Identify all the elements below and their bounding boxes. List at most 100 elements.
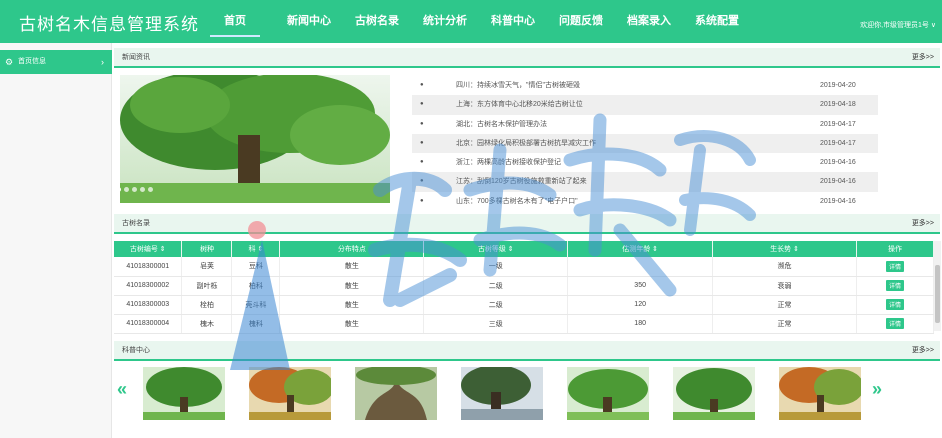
cell-level: 一级	[423, 257, 569, 277]
news-title[interactable]: 湖北：古树名木保护管理办法	[456, 115, 547, 134]
detail-button[interactable]: 详情	[885, 280, 904, 291]
nav-science[interactable]: 科普中心	[479, 0, 547, 43]
cell-tree-id: 41018300002	[114, 276, 183, 296]
nav-statistics[interactable]: 统计分析	[411, 0, 479, 43]
news-title[interactable]: 山东：700多棵古树名木有了"电子户口"	[456, 192, 578, 211]
science-panel-header: 科普中心 更多>>	[114, 341, 940, 361]
nav-home[interactable]: 首页	[210, 0, 260, 43]
cell-family: 豆科	[231, 257, 281, 277]
cell-tree-id: 41018300003	[114, 295, 183, 315]
news-more-link[interactable]: 更多>>	[912, 48, 934, 68]
col-species: 树种	[181, 241, 233, 257]
news-date: 2019-04-17	[820, 139, 856, 147]
tree-table: 古树编号 ⇕ 树种 科 ⇕ 分布特点 古树等级 ⇕ 估测年龄 ⇕ 生长势 ⇕ 操…	[114, 241, 935, 334]
news-panel-title: 新闻资讯	[122, 54, 150, 61]
news-item[interactable]: ● 上海：东方体育中心北移20米给古树让位 2019-04-18	[412, 95, 878, 115]
news-date: 2019-04-16	[820, 159, 856, 167]
news-panel-header: 新闻资讯 更多>>	[114, 48, 940, 68]
news-item[interactable]: ● 湖北：古树名木保护管理办法 2019-04-17	[412, 115, 878, 134]
news-item[interactable]: ● 四川：持续冰雪天气，"情侣"古树被砸毁 2019-04-20	[412, 76, 878, 95]
tree-more-link[interactable]: 更多>>	[912, 214, 934, 234]
tree-panel-title: 古树名录	[122, 220, 150, 227]
top-bar: 古树名木信息管理系统 首页 新闻中心 古树名录 统计分析 科普中心 问题反馈 档…	[0, 0, 942, 43]
carousel-dot[interactable]	[140, 187, 145, 192]
cell-species: 栓柏	[181, 295, 233, 315]
table-row: 41018300002 副叶栎 柏科 散生 二级 350 衰弱 详情	[114, 276, 935, 296]
nav-tree-list[interactable]: 古树名录	[343, 0, 411, 43]
app-title: 古树名木信息管理系统	[19, 15, 199, 34]
cell-age: 120	[567, 295, 714, 315]
bullet-icon: ●	[420, 101, 424, 108]
news-title[interactable]: 浙江：两棵高龄古树接收保护登记	[456, 153, 561, 172]
col-growth[interactable]: 生长势 ⇕	[712, 241, 857, 257]
nav-news[interactable]: 新闻中心	[275, 0, 343, 43]
news-title[interactable]: 四川：持续冰雪天气，"情侣"古树被砸毁	[456, 76, 580, 95]
carousel-dot[interactable]	[132, 187, 137, 192]
cell-level: 二级	[423, 276, 569, 296]
news-list: ● 四川：持续冰雪天气，"情侣"古树被砸毁 2019-04-20 ● 上海：东方体育中…	[412, 76, 878, 211]
table-scrollbar[interactable]	[934, 241, 941, 331]
nav-archive[interactable]: 档案录入	[615, 0, 683, 43]
cell-growth: 濒危	[712, 257, 857, 277]
gallery-thumbnail[interactable]	[355, 367, 437, 420]
cell-action: 详情	[856, 276, 935, 296]
cell-action: 详情	[856, 314, 935, 334]
gallery-prev-arrow[interactable]: «	[117, 379, 127, 400]
news-date: 2019-04-16	[820, 178, 856, 186]
cell-action: 详情	[856, 257, 935, 277]
news-carousel[interactable]	[120, 75, 390, 203]
carousel-dots	[116, 187, 153, 192]
news-title[interactable]: 上海：东方体育中心北移20米给古树让位	[456, 95, 583, 114]
science-panel-title: 科普中心	[122, 347, 150, 354]
science-more-link[interactable]: 更多>>	[912, 341, 934, 361]
chevron-right-icon: ›	[101, 57, 104, 67]
gallery-thumbnail[interactable]	[779, 367, 861, 420]
sidebar-item-home-info[interactable]: ⚙ 首页信息 ›	[0, 50, 112, 74]
detail-button[interactable]: 详情	[885, 318, 904, 329]
tree-photo	[779, 367, 861, 420]
carousel-dot[interactable]	[124, 187, 129, 192]
bullet-icon: ●	[420, 82, 424, 88]
sidebar-item-label: 首页信息	[18, 58, 46, 65]
news-item[interactable]: ● 山东：700多棵古树名木有了"电子户口" 2019-04-16	[412, 192, 878, 211]
bullet-icon: ●	[420, 178, 424, 185]
tree-photo	[567, 367, 649, 420]
news-date: 2019-04-18	[820, 101, 856, 109]
tree-photo	[461, 367, 543, 420]
news-item[interactable]: ● 浙江：两棵高龄古树接收保护登记 2019-04-16	[412, 153, 878, 172]
user-menu[interactable]: 欢迎你,市级管理员1号 ∨	[860, 20, 936, 30]
gallery-next-arrow[interactable]: »	[872, 379, 882, 400]
carousel-dot[interactable]	[148, 187, 153, 192]
cell-family: 槐科	[231, 314, 281, 334]
cell-tree-id: 41018300001	[114, 257, 183, 277]
detail-button[interactable]: 详情	[885, 299, 904, 310]
cell-tree-id: 41018300004	[114, 314, 183, 334]
gallery-thumbnail[interactable]	[567, 367, 649, 420]
gallery-thumbnail[interactable]	[249, 367, 331, 420]
nav-feedback[interactable]: 问题反馈	[547, 0, 615, 43]
news-title[interactable]: 江苏：刮倒120岁古树役施救重新站了起来	[456, 172, 587, 191]
gallery-thumbnail[interactable]	[461, 367, 543, 420]
news-title[interactable]: 北京：园林绿化局积极部署古树抗旱减灾工作	[456, 134, 596, 153]
col-level[interactable]: 古树等级 ⇕	[423, 241, 569, 257]
main-nav: 首页 新闻中心 古树名录 统计分析 科普中心 问题反馈 档案录入 系统配置	[210, 0, 751, 43]
news-item[interactable]: ● 北京：园林绿化局积极部署古树抗旱减灾工作 2019-04-17	[412, 133, 878, 154]
news-item[interactable]: ● 江苏：刮倒120岁古树役施救重新站了起来 2019-04-16	[412, 172, 878, 192]
sidebar: ⚙ 首页信息 ›	[0, 43, 112, 438]
gallery-thumbnail[interactable]	[673, 367, 755, 420]
scrollbar-thumb[interactable]	[935, 265, 940, 323]
nav-settings[interactable]: 系统配置	[683, 0, 751, 43]
col-distribution: 分布特点	[279, 241, 425, 257]
cell-distribution: 散生	[279, 314, 425, 334]
gallery-thumbnail[interactable]	[143, 367, 225, 420]
cell-family: 柏科	[231, 276, 281, 296]
detail-button[interactable]: 详情	[885, 260, 904, 272]
tree-photo	[673, 367, 755, 420]
col-family[interactable]: 科 ⇕	[231, 241, 281, 257]
carousel-dot[interactable]	[116, 187, 121, 192]
cell-level: 二级	[423, 295, 569, 315]
col-tree-id[interactable]: 古树编号 ⇕	[114, 241, 183, 257]
col-age[interactable]: 估测年龄 ⇕	[567, 241, 714, 257]
table-header-row: 古树编号 ⇕ 树种 科 ⇕ 分布特点 古树等级 ⇕ 估测年龄 ⇕ 生长势 ⇕ 操…	[114, 241, 935, 257]
cell-species: 副叶栎	[181, 276, 233, 296]
